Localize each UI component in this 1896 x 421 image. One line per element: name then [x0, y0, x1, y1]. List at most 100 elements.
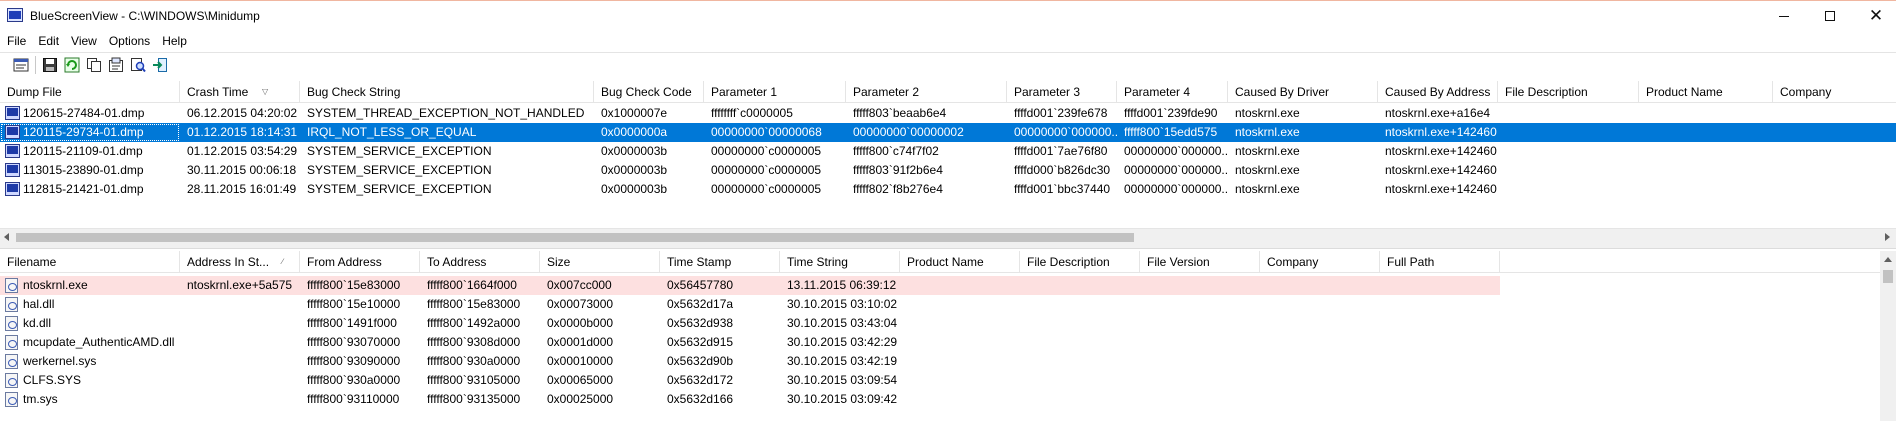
dump-row[interactable]: 120115-21109-01.dmp 01.12.2015 03:54:29 SY…: [0, 142, 1896, 161]
dump-list-horizontal-scrollbar[interactable]: [0, 228, 1896, 245]
col-driver-product-name[interactable]: Product Name: [900, 251, 1020, 273]
driver-list-header: Filename Address In St... ∕ From Address…: [0, 251, 1880, 273]
driver-cell: [1380, 371, 1500, 390]
col-full-path[interactable]: Full Path: [1380, 251, 1500, 273]
find-button[interactable]: [127, 55, 149, 75]
col-filename[interactable]: Filename: [0, 251, 180, 273]
col-driver-file-description[interactable]: File Description: [1020, 251, 1140, 273]
dump-cell: 00000000`00000068: [711, 125, 822, 139]
driver-cell: fffff800`9308d000: [427, 335, 521, 349]
col-time-stamp[interactable]: Time Stamp: [660, 251, 780, 273]
col-parameter-4[interactable]: Parameter 4: [1117, 81, 1228, 103]
col-caused-by-driver[interactable]: Caused By Driver: [1228, 81, 1378, 103]
properties-icon: [13, 58, 29, 71]
dump-row[interactable]: 120115-29734-01.dmp 01.12.2015 18:14:31 IR…: [0, 123, 1896, 142]
driver-cell: werkernel.sys: [23, 354, 97, 368]
minimize-button[interactable]: [1761, 1, 1807, 31]
col-company[interactable]: Company: [1773, 81, 1896, 103]
exit-button[interactable]: [149, 55, 171, 75]
menu-options[interactable]: Options: [103, 32, 156, 50]
scroll-up-icon[interactable]: [1884, 257, 1892, 262]
menu-file[interactable]: File: [0, 32, 32, 50]
driver-row[interactable]: ntoskrnl.exe ntoskrnl.exe+5a575 fffff800`1…: [0, 276, 1500, 295]
dump-cell: 00000000`c0000005: [711, 163, 822, 177]
driver-row[interactable]: tm.sys fffff800`93110000 fffff800`93135000…: [0, 390, 1880, 409]
close-icon: ✕: [1868, 6, 1884, 25]
driver-row[interactable]: kd.dll fffff800`1491f000 fffff800`1492a000…: [0, 314, 1880, 333]
driver-cell: [900, 371, 1020, 390]
driver-cell: 0x5632d17a: [667, 297, 734, 311]
driver-cell: fffff800`1491f000: [307, 316, 397, 330]
driver-row[interactable]: CLFS.SYS fffff800`930a0000 fffff800`931050…: [0, 371, 1880, 390]
dump-cell: 00000000`c0000005: [711, 182, 822, 196]
toolbar: [0, 52, 1896, 76]
col-time-string[interactable]: Time String: [780, 251, 900, 273]
col-parameter-1[interactable]: Parameter 1: [704, 81, 846, 103]
col-size[interactable]: Size: [540, 251, 660, 273]
copy-button[interactable]: [83, 55, 105, 75]
menu-help[interactable]: Help: [156, 32, 193, 50]
scroll-right-icon[interactable]: [1885, 233, 1890, 241]
col-from-address[interactable]: From Address: [300, 251, 420, 273]
driver-row[interactable]: mcupdate_AuthenticAMD.dll fffff800`930700…: [0, 333, 1880, 352]
horizontal-scroll-thumb[interactable]: [16, 233, 1134, 242]
maximize-button[interactable]: [1807, 1, 1853, 31]
dump-row[interactable]: 120615-27484-01.dmp 06.12.2015 04:20:02 SY…: [0, 104, 1896, 123]
driver-cell: [1380, 390, 1500, 409]
pane-splitter[interactable]: [0, 245, 1896, 249]
col-parameter-3[interactable]: Parameter 3: [1007, 81, 1117, 103]
col-dump-file[interactable]: Dump File: [0, 81, 180, 103]
dump-cell: ffffd001`239fe678: [1014, 106, 1108, 120]
col-bug-check-string[interactable]: Bug Check String: [300, 81, 594, 103]
dump-cell: 0x0000003b: [601, 182, 668, 196]
col-caused-by-address[interactable]: Caused By Address: [1378, 81, 1498, 103]
scroll-left-icon[interactable]: [4, 233, 9, 241]
dump-cell: fffff802`f8b276e4: [853, 182, 943, 196]
sort-ascending-icon: ∕: [282, 257, 284, 266]
dump-cell: 00000000`00000002: [853, 125, 964, 139]
html-report-button[interactable]: [105, 55, 127, 75]
col-file-version[interactable]: File Version: [1140, 251, 1260, 273]
col-driver-company[interactable]: Company: [1260, 251, 1380, 273]
dump-cell: 28.11.2015 16:01:49: [187, 182, 297, 196]
driver-cell: 0x0000b000: [547, 316, 614, 330]
driver-cell: fffff800`93110000: [307, 392, 400, 406]
col-file-description[interactable]: File Description: [1498, 81, 1639, 103]
refresh-button[interactable]: [61, 55, 83, 75]
col-product-name[interactable]: Product Name: [1639, 81, 1773, 103]
driver-cell: 30.10.2015 03:42:29: [787, 335, 898, 349]
dump-cell: [1773, 161, 1896, 180]
col-bug-check-code[interactable]: Bug Check Code: [594, 81, 704, 103]
dump-cell: SYSTEM_SERVICE_EXCEPTION: [307, 163, 492, 177]
menu-view[interactable]: View: [65, 32, 103, 50]
driver-cell: fffff800`93105000: [427, 373, 521, 387]
dump-row[interactable]: 112815-21421-01.dmp 28.11.2015 16:01:49 SY…: [0, 180, 1896, 199]
driver-cell: [1380, 333, 1500, 352]
dump-list-header: Dump File Crash Time ▽ Bug Check String …: [0, 81, 1896, 103]
dump-cell: ntoskrnl.exe+a16e4: [1385, 106, 1491, 120]
driver-cell: 30.10.2015 03:42:19: [787, 354, 898, 368]
driver-cell: [900, 295, 1020, 314]
vertical-scroll-thumb[interactable]: [1883, 270, 1893, 283]
col-crash-time-label: Crash Time: [187, 85, 249, 99]
close-button[interactable]: ✕: [1853, 1, 1896, 31]
refresh-icon: [64, 57, 80, 72]
driver-list-vertical-scrollbar[interactable]: [1880, 251, 1896, 421]
dump-cell: 113015-23890-01.dmp: [23, 163, 144, 177]
driver-row[interactable]: hal.dll fffff800`15e10000 fffff800`15e8300…: [0, 295, 1880, 314]
driver-cell: fffff800`93090000: [307, 354, 401, 368]
col-parameter-2[interactable]: Parameter 2: [846, 81, 1007, 103]
save-button[interactable]: [39, 55, 61, 75]
driver-row[interactable]: werkernel.sys fffff800`93090000 fffff800`9…: [0, 352, 1880, 371]
col-to-address[interactable]: To Address: [420, 251, 540, 273]
dump-cell: [1773, 180, 1896, 199]
properties-button[interactable]: [10, 55, 32, 75]
driver-cell: 30.10.2015 03:09:54: [787, 373, 898, 387]
dump-row[interactable]: 113015-23890-01.dmp 30.11.2015 00:06:18 SY…: [0, 161, 1896, 180]
dump-cell: ntoskrnl.exe+142460: [1385, 144, 1497, 158]
dump-cell: 00000000`c0000005: [711, 144, 822, 158]
col-crash-time[interactable]: Crash Time: [180, 81, 300, 103]
driver-cell: fffff800`930a0000: [427, 354, 521, 368]
menu-edit[interactable]: Edit: [32, 32, 65, 50]
driver-cell: 0x5632d166: [667, 392, 734, 406]
